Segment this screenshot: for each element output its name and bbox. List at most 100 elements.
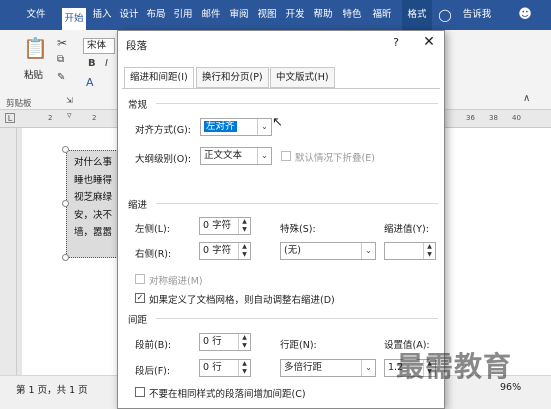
vertical-ruler — [0, 128, 17, 375]
mirror-indent-checkbox[interactable] — [135, 274, 145, 284]
line-spacing-select[interactable]: 多倍行距 ⌄ — [280, 359, 376, 377]
indent-marker-icon[interactable]: ▿ — [67, 111, 72, 121]
text-effects-icon[interactable]: A — [86, 76, 94, 89]
outline-level-value: 正文文本 — [204, 150, 243, 161]
outline-level-select[interactable]: 正文文本 ⌄ — [200, 147, 272, 165]
format-painter-icon[interactable]: ✎ — [57, 72, 65, 83]
paste-icon[interactable]: 📋 — [23, 36, 48, 60]
paste-label[interactable]: 粘贴 — [24, 67, 43, 81]
resize-handle[interactable] — [62, 146, 69, 153]
tab-developer[interactable]: 开发 — [283, 0, 307, 30]
resize-handle[interactable] — [62, 254, 69, 261]
spin-arrows-icon[interactable]: ▲ ▼ — [238, 218, 250, 234]
mouse-cursor-icon: ↖ — [272, 115, 283, 130]
tab-format[interactable]: 格式 — [402, 0, 432, 30]
space-before-value: 0 行 — [203, 336, 222, 347]
tab-line-page-breaks[interactable]: 换行和分页(P) — [196, 67, 269, 88]
tab-help[interactable]: 帮助 — [311, 0, 335, 30]
cut-icon[interactable]: ✂ — [57, 36, 67, 50]
left-indent-label: 左侧(L): — [135, 224, 170, 235]
collapse-checkbox[interactable] — [281, 151, 291, 161]
italic-icon[interactable]: I — [105, 58, 108, 69]
dialog-launcher-icon[interactable]: ⇲ — [66, 96, 73, 105]
tab-review[interactable]: 审阅 — [227, 0, 251, 30]
tab-features[interactable]: 特色 — [339, 0, 365, 30]
watermark-logo: 最需教育 — [396, 350, 513, 383]
spin-arrows-icon[interactable]: ▲ ▼ — [423, 243, 435, 259]
tab-view[interactable]: 视图 — [255, 0, 279, 30]
spacing-section-label: 间距 — [128, 315, 148, 326]
alignment-label: 对齐方式(G): — [135, 125, 191, 136]
indent-section-label: 缩进 — [128, 200, 148, 211]
special-indent-select[interactable]: (无) ⌄ — [280, 242, 376, 260]
line-spacing-value: 多倍行距 — [284, 362, 323, 373]
ruler-number: 2 — [48, 114, 53, 122]
right-indent-value: 0 字符 — [203, 245, 232, 256]
right-indent-label: 右侧(R): — [135, 249, 172, 260]
left-indent-value: 0 字符 — [203, 220, 232, 231]
lightbulb-icon[interactable]: ◯ — [438, 0, 452, 30]
special-indent-value: (无) — [284, 245, 301, 256]
special-indent-label: 特殊(S): — [280, 224, 316, 235]
indent-by-label: 缩进值(Y): — [384, 224, 429, 235]
tab-foxit[interactable]: 福昕 — [369, 0, 395, 30]
mirror-indent-label: 对称缩进(M) — [149, 276, 203, 287]
tab-selector-icon[interactable]: L — [5, 113, 15, 123]
ruler-number: 40 — [512, 114, 521, 122]
indent-by-spinner[interactable]: ▲ ▼ — [384, 242, 436, 260]
alignment-value: 左对齐 — [204, 121, 237, 132]
tab-divider — [122, 88, 440, 89]
space-before-spinner[interactable]: 0 行 ▲ ▼ — [199, 333, 251, 351]
tab-file[interactable]: 文件 — [18, 0, 54, 30]
resize-handle[interactable] — [62, 200, 69, 207]
close-button[interactable]: ✕ — [420, 34, 438, 50]
tab-references[interactable]: 引用 — [171, 0, 195, 30]
section-divider — [156, 103, 438, 104]
ruler-number: 36 — [466, 114, 475, 122]
font-name-value: 宋体 — [87, 40, 107, 51]
font-name-box[interactable]: 宋体 — [83, 38, 115, 54]
space-after-label: 段后(F): — [135, 366, 171, 377]
tab-home[interactable]: 开始 — [62, 8, 86, 30]
section-divider — [156, 203, 438, 204]
bold-icon[interactable]: B — [88, 58, 96, 69]
spin-arrows-icon[interactable]: ▲ ▼ — [238, 334, 250, 350]
outline-level-label: 大纲级别(O): — [135, 154, 192, 165]
left-indent-spinner[interactable]: 0 字符 ▲ ▼ — [199, 217, 251, 235]
tab-mailings[interactable]: 邮件 — [199, 0, 223, 30]
tab-insert[interactable]: 插入 — [90, 0, 114, 30]
tab-design[interactable]: 设计 — [117, 0, 141, 30]
chevron-down-icon: ⌄ — [361, 243, 375, 259]
page-count[interactable]: 第 1 页，共 1 页 — [16, 382, 88, 396]
collapse-label: 默认情况下折叠(E) — [295, 153, 375, 164]
tab-layout[interactable]: 布局 — [144, 0, 168, 30]
share-user-icon[interactable]: ☻ — [515, 0, 535, 30]
chevron-down-icon: ⌄ — [257, 148, 271, 164]
tab-asian-typography[interactable]: 中文版式(H) — [270, 67, 335, 88]
no-space-same-style-checkbox[interactable] — [135, 387, 145, 397]
spin-arrows-icon[interactable]: ▲ ▼ — [238, 243, 250, 259]
auto-adjust-label: 如果定义了文档网格，则自动调整右缩进(D) — [149, 295, 335, 306]
chevron-down-icon: ⌄ — [257, 119, 271, 135]
help-button[interactable]: ? — [388, 36, 404, 49]
right-indent-spinner[interactable]: 0 字符 ▲ ▼ — [199, 242, 251, 260]
chevron-down-icon: ⌄ — [361, 360, 375, 376]
auto-adjust-checkbox[interactable]: ✓ — [135, 293, 145, 303]
ruler-number: 38 — [489, 114, 498, 122]
space-after-value: 0 行 — [203, 362, 222, 373]
space-after-spinner[interactable]: 0 行 ▲ ▼ — [199, 359, 251, 377]
ribbon-tab-bar: 文件 开始 插入 设计 布局 引用 邮件 审阅 视图 开发 帮助 特色 福昕 格… — [0, 0, 551, 30]
space-before-label: 段前(B): — [135, 340, 172, 351]
section-divider — [156, 318, 438, 319]
line-spacing-label: 行距(N): — [280, 340, 317, 351]
collapse-ribbon-icon[interactable]: ∧ — [523, 93, 530, 104]
clipboard-group-label: 剪贴板 — [6, 99, 32, 109]
spin-arrows-icon[interactable]: ▲ ▼ — [238, 360, 250, 376]
alignment-select[interactable]: 左对齐 ⌄ — [200, 118, 272, 136]
no-space-same-style-label: 不要在相同样式的段落间增加间距(C) — [149, 389, 306, 400]
ruler-number: 2 — [92, 114, 97, 122]
copy-icon[interactable]: ⧉ — [57, 54, 64, 65]
dialog-title: 段落 — [126, 40, 147, 52]
tab-indents-spacing[interactable]: 缩进和间距(I) — [124, 67, 194, 89]
tell-me-search[interactable]: 告诉我 — [456, 0, 498, 30]
